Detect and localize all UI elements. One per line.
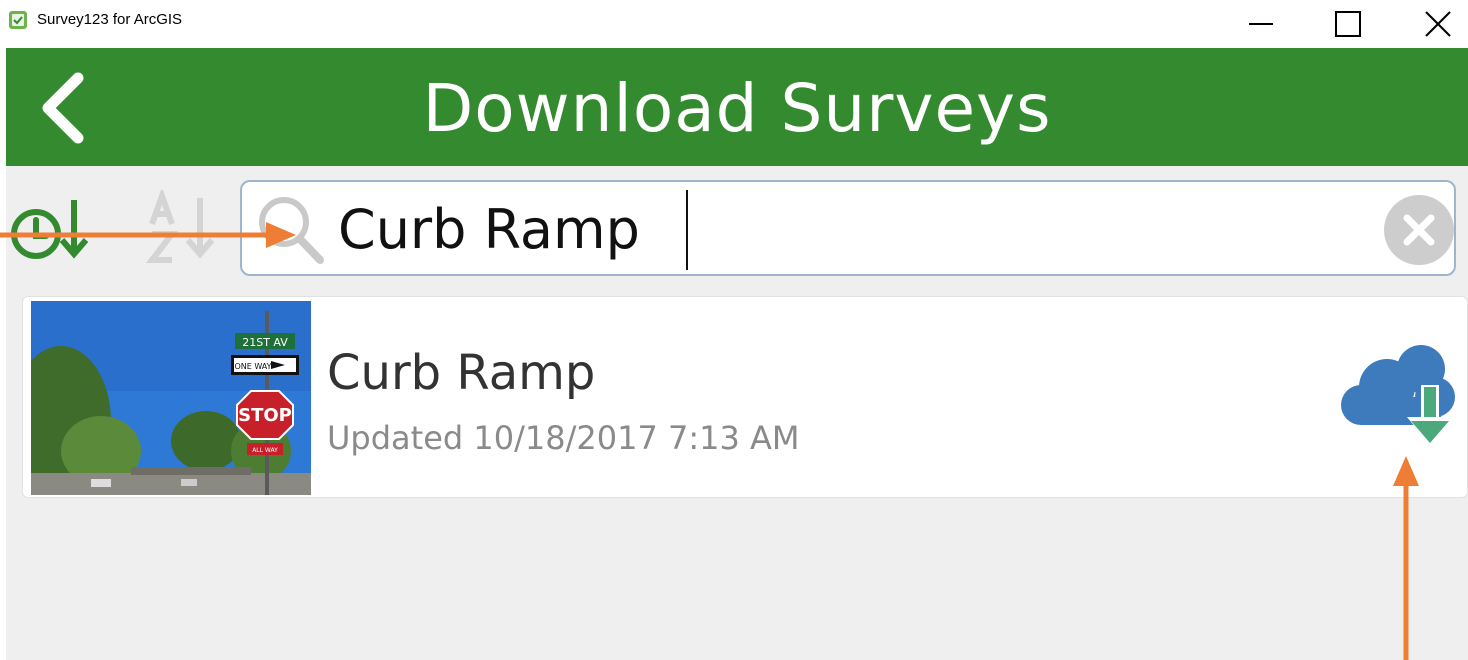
survey-thumbnail: 21ST AV ONE WAY STOP ALL WAY	[31, 301, 311, 495]
app-icon	[9, 11, 27, 29]
sort-by-date-button[interactable]	[8, 190, 92, 264]
clock-sort-down-icon	[11, 200, 89, 259]
search-field[interactable]	[240, 180, 1456, 276]
sort-by-name-button[interactable]	[140, 190, 224, 264]
allway-sign-label: ALL WAY	[252, 447, 278, 454]
oneway-sign-label: ONE WAY	[234, 362, 271, 371]
text-caret	[686, 190, 688, 270]
search-input[interactable]	[338, 190, 1338, 268]
survey-updated: Updated 10/18/2017 7:13 AM	[327, 419, 800, 457]
street-sign-label: 21ST AV	[242, 336, 288, 349]
page-title: Download Surveys	[422, 70, 1052, 147]
survey-title: Curb Ramp	[327, 345, 596, 401]
alpha-sort-down-icon	[145, 190, 215, 263]
minimize-icon[interactable]	[1237, 0, 1283, 48]
download-survey-button[interactable]	[1339, 341, 1463, 451]
clear-search-button[interactable]	[1383, 194, 1455, 266]
page-header: Download Surveys	[6, 48, 1468, 166]
maximize-icon[interactable]	[1325, 0, 1371, 48]
cloud-download-icon	[1341, 345, 1455, 445]
clear-icon	[1384, 195, 1454, 265]
window-titlebar: Survey123 for ArcGIS	[0, 0, 1468, 48]
main-content: 21ST AV ONE WAY STOP ALL WAY Curb Ramp U…	[6, 166, 1468, 660]
stop-sign-label: STOP	[238, 405, 292, 426]
close-icon[interactable]	[1414, 0, 1460, 48]
survey-list-item[interactable]: 21ST AV ONE WAY STOP ALL WAY Curb Ramp U…	[22, 296, 1468, 498]
window-title: Survey123 for ArcGIS	[37, 11, 183, 28]
search-icon	[259, 197, 324, 264]
